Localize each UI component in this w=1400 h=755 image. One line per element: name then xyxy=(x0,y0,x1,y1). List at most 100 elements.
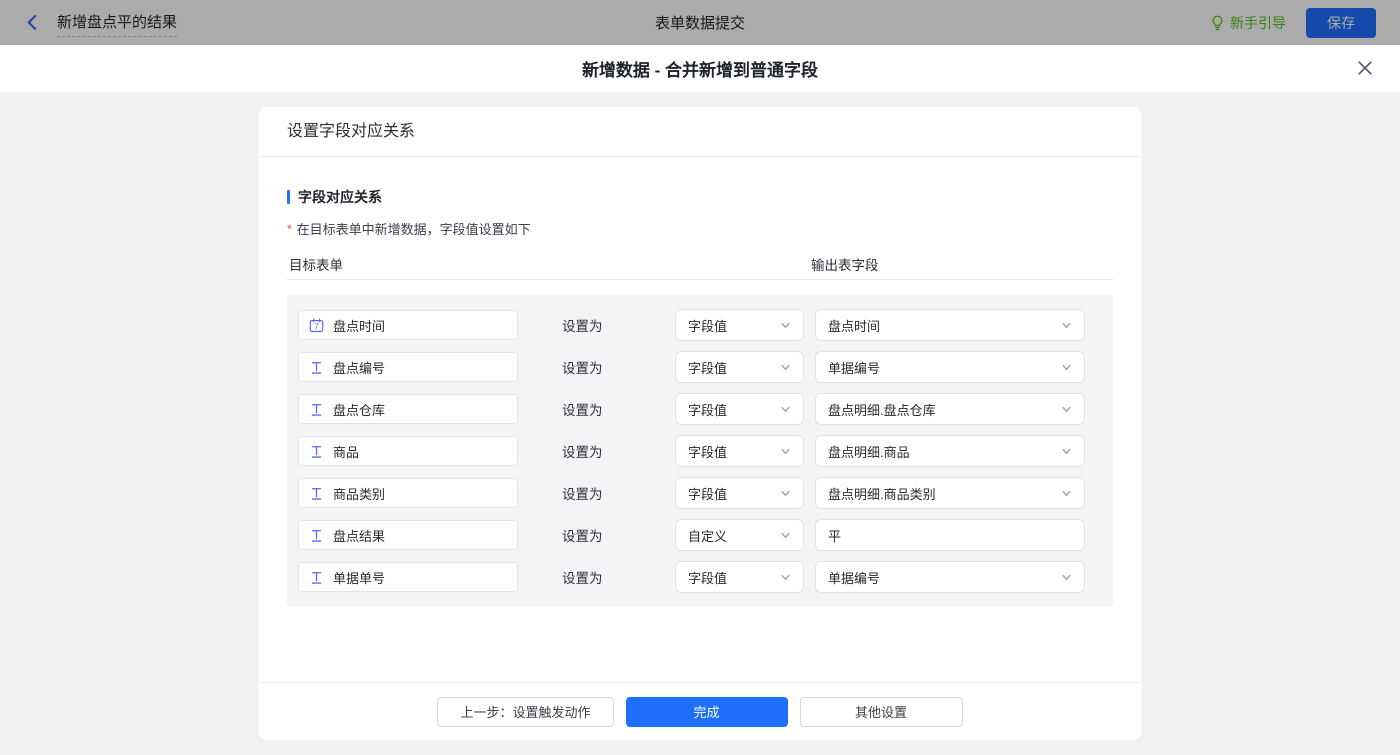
text-icon xyxy=(309,402,324,417)
mode-select-value: 字段值 xyxy=(688,484,780,503)
custom-value-text: 平 xyxy=(828,526,1072,545)
mode-select-value: 自定义 xyxy=(688,526,780,545)
save-button[interactable]: 保存 xyxy=(1306,8,1376,38)
output-field-value: 盘点时间 xyxy=(828,316,1061,335)
lightbulb-icon xyxy=(1210,15,1225,31)
chevron-down-icon xyxy=(780,572,791,583)
mode-select[interactable]: 字段值 xyxy=(675,435,804,467)
output-field-select[interactable]: 盘点明细.商品类别 xyxy=(815,477,1085,509)
chevron-down-icon xyxy=(780,530,791,541)
field-mapping-panel: 7盘点时间设置为字段值盘点时间盘点编号设置为字段值单据编号盘点仓库设置为字段值盘… xyxy=(287,295,1113,607)
svg-text:7: 7 xyxy=(314,322,318,331)
output-field-select[interactable]: 盘点时间 xyxy=(815,309,1085,341)
chevron-down-icon xyxy=(1061,488,1072,499)
output-field-value: 盘点明细.商品类别 xyxy=(828,484,1061,503)
target-field[interactable]: 盘点仓库 xyxy=(298,394,518,424)
modal-title: 新增数据 - 合并新增到普通字段 xyxy=(582,56,818,81)
set-as-label: 设置为 xyxy=(562,315,604,335)
mode-select-value: 字段值 xyxy=(688,316,780,335)
mode-select-value: 字段值 xyxy=(688,442,780,461)
text-icon xyxy=(309,570,324,585)
close-icon[interactable] xyxy=(1356,59,1374,77)
column-headers: 目标表单 输出表字段 xyxy=(287,254,1113,280)
chevron-down-icon xyxy=(1061,572,1072,583)
accent-bar xyxy=(287,190,290,204)
done-button[interactable]: 完成 xyxy=(626,697,788,727)
text-icon xyxy=(309,360,324,375)
chevron-down-icon xyxy=(780,404,791,415)
output-field-value: 盘点明细.盘点仓库 xyxy=(828,400,1061,419)
set-as-label: 设置为 xyxy=(562,441,604,461)
target-field-label: 盘点时间 xyxy=(333,316,385,335)
chevron-down-icon xyxy=(1061,320,1072,331)
target-field-label: 盘点结果 xyxy=(333,526,385,545)
section-title: 字段对应关系 xyxy=(287,187,1113,207)
target-field-label: 盘点编号 xyxy=(333,358,385,377)
top-bar: 新增盘点平的结果 表单数据提交 新手引导 保存 xyxy=(0,0,1400,45)
note-text: 在目标表单中新增数据，字段值设置如下 xyxy=(297,219,531,238)
calendar-icon: 7 xyxy=(309,318,324,333)
field-mapping-row: 单据单号 设置为 字段值 单据编号 xyxy=(298,562,1113,592)
output-field-value: 单据编号 xyxy=(828,568,1061,587)
beginner-guide-link[interactable]: 新手引导 xyxy=(1210,13,1286,33)
target-field[interactable]: 盘点结果 xyxy=(298,520,518,550)
mapping-card: 设置字段对应关系 字段对应关系 * 在目标表单中新增数据，字段值设置如下 目标表… xyxy=(259,107,1141,740)
chevron-down-icon xyxy=(1061,446,1072,457)
output-field-select[interactable]: 盘点明细.商品 xyxy=(815,435,1085,467)
mode-select-value: 字段值 xyxy=(688,358,780,377)
chevron-down-icon xyxy=(1061,362,1072,373)
output-field-value: 单据编号 xyxy=(828,358,1061,377)
output-field-column-header: 输出表字段 xyxy=(811,254,879,274)
target-field[interactable]: 单据单号 xyxy=(298,562,518,592)
chevron-down-icon xyxy=(780,488,791,499)
set-as-label: 设置为 xyxy=(562,483,604,503)
field-mapping-row: 盘点编号 设置为 字段值 单据编号 xyxy=(298,352,1113,382)
text-icon xyxy=(309,528,324,543)
output-field-value: 盘点明细.商品 xyxy=(828,442,1061,461)
target-field[interactable]: 盘点编号 xyxy=(298,352,518,382)
mode-select[interactable]: 字段值 xyxy=(675,393,804,425)
required-note: * 在目标表单中新增数据，字段值设置如下 xyxy=(287,219,1113,238)
mode-select[interactable]: 字段值 xyxy=(675,477,804,509)
field-mapping-row: 商品 设置为 字段值 盘点明细.商品 xyxy=(298,436,1113,466)
set-as-label: 设置为 xyxy=(562,567,604,587)
card-footer: 上一步：设置触发动作 完成 其他设置 xyxy=(259,682,1141,740)
chevron-down-icon xyxy=(1061,404,1072,415)
field-mapping-row: 盘点仓库 设置为 字段值 盘点明细.盘点仓库 xyxy=(298,394,1113,424)
set-as-label: 设置为 xyxy=(562,525,604,545)
guide-label: 新手引导 xyxy=(1230,13,1286,33)
card-header-title: 设置字段对应关系 xyxy=(259,107,1141,157)
output-field-select[interactable]: 单据编号 xyxy=(815,561,1085,593)
modal-header: 新增数据 - 合并新增到普通字段 xyxy=(0,45,1400,93)
target-field-label: 商品 xyxy=(333,442,359,461)
modal-body: 设置字段对应关系 字段对应关系 * 在目标表单中新增数据，字段值设置如下 目标表… xyxy=(0,107,1400,755)
previous-step-button[interactable]: 上一步：设置触发动作 xyxy=(437,697,613,727)
chevron-down-icon xyxy=(780,320,791,331)
target-field[interactable]: 商品 xyxy=(298,436,518,466)
other-settings-button[interactable]: 其他设置 xyxy=(800,697,963,727)
custom-value-input[interactable]: 平 xyxy=(815,519,1085,551)
text-icon xyxy=(309,486,324,501)
target-form-column-header: 目标表单 xyxy=(289,254,343,274)
section-title-label: 字段对应关系 xyxy=(298,187,382,207)
mode-select[interactable]: 字段值 xyxy=(675,351,804,383)
chevron-down-icon xyxy=(780,362,791,373)
field-mapping-row: 盘点结果 设置为 自定义 平 xyxy=(298,520,1113,550)
mode-select[interactable]: 字段值 xyxy=(675,561,804,593)
target-field-label: 单据单号 xyxy=(333,568,385,587)
mode-select[interactable]: 字段值 xyxy=(675,309,804,341)
set-as-label: 设置为 xyxy=(562,399,604,419)
mode-select-value: 字段值 xyxy=(688,568,780,587)
mode-select[interactable]: 自定义 xyxy=(675,519,804,551)
set-as-label: 设置为 xyxy=(562,357,604,377)
target-field[interactable]: 商品类别 xyxy=(298,478,518,508)
target-field[interactable]: 7 盘点时间 xyxy=(298,310,518,340)
chevron-down-icon xyxy=(780,446,791,457)
output-field-select[interactable]: 单据编号 xyxy=(815,351,1085,383)
target-field-label: 盘点仓库 xyxy=(333,400,385,419)
output-field-select[interactable]: 盘点明细.盘点仓库 xyxy=(815,393,1085,425)
field-mapping-row: 商品类别 设置为 字段值 盘点明细.商品类别 xyxy=(298,478,1113,508)
target-field-label: 商品类别 xyxy=(333,484,385,503)
field-mapping-row: 7 盘点时间 设置为 字段值 盘点时间 xyxy=(298,310,1113,340)
required-asterisk: * xyxy=(287,222,292,236)
